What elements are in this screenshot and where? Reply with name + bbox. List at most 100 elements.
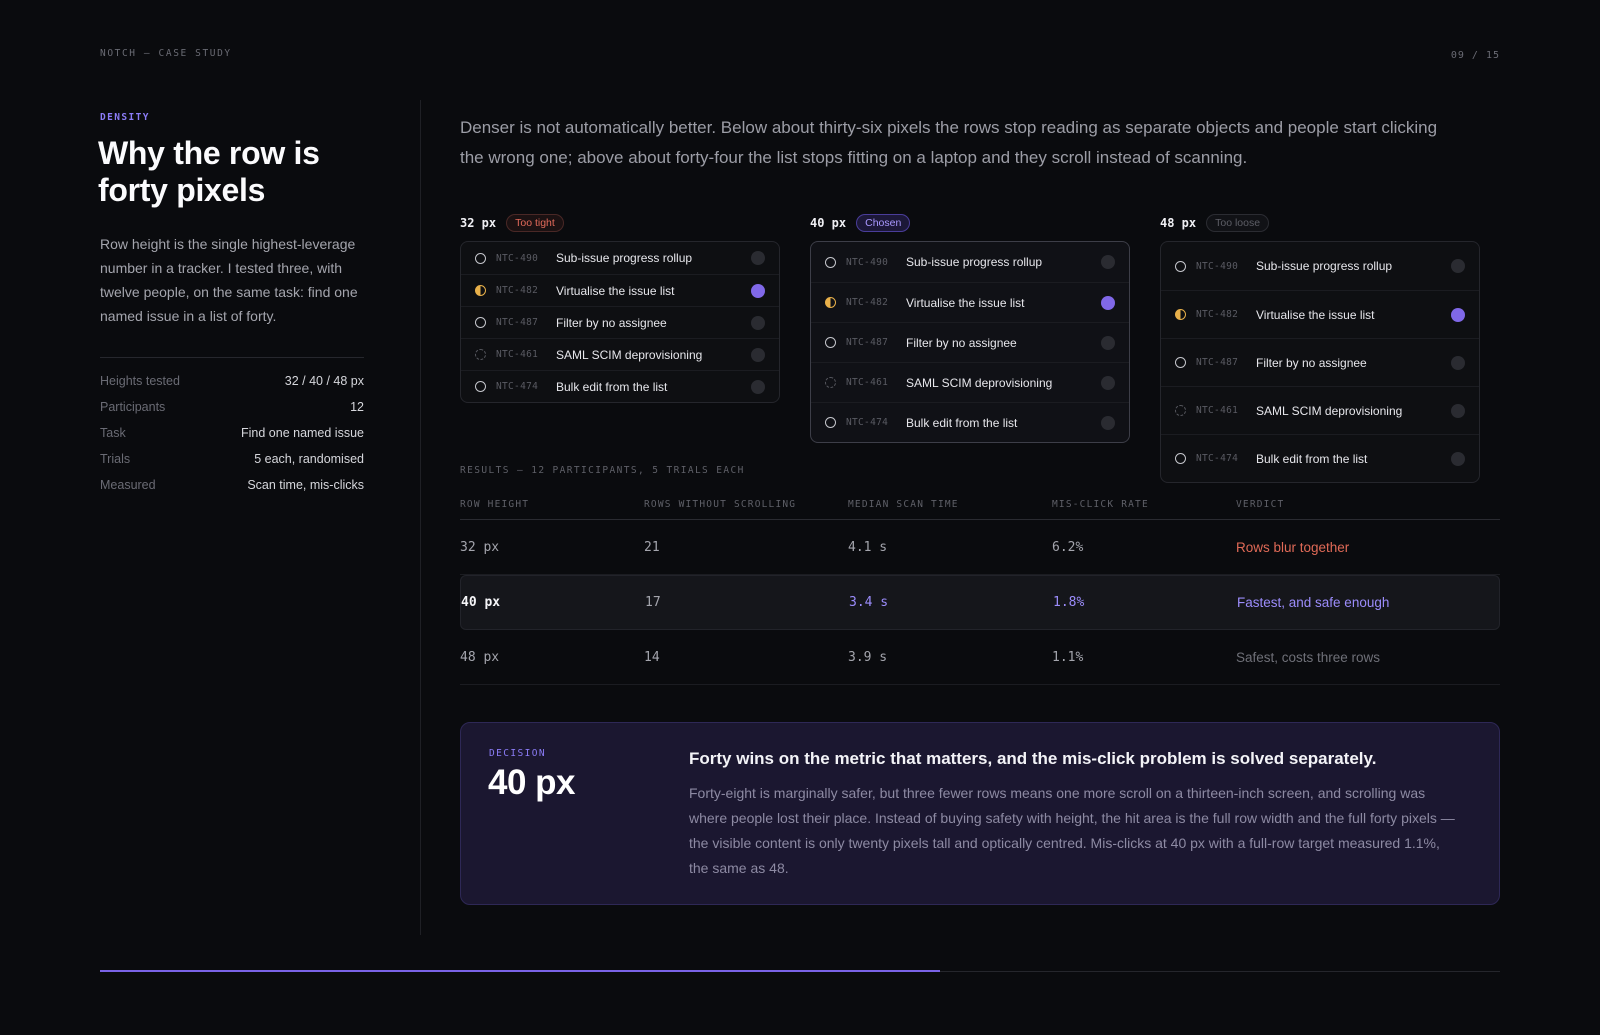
todo-icon <box>825 256 836 268</box>
cell-height: 32 px <box>460 539 500 555</box>
issue-row[interactable]: NTC-474 Bulk edit from the list <box>461 370 779 402</box>
cell-height: 48 px <box>460 649 500 665</box>
cell-rows: 21 <box>644 539 660 555</box>
assignee-avatar-selected[interactable] <box>1101 295 1115 310</box>
issue-row[interactable]: NTC-461 SAML SCIM deprovisioning <box>811 362 1129 402</box>
issue-row[interactable]: NTC-482 Virtualise the issue list <box>811 282 1129 322</box>
decision-value: 40 px <box>488 763 576 802</box>
issue-title: Virtualise the issue list <box>906 295 1025 310</box>
issue-list-preview: NTC-490 Sub-issue progress rollup NTC-482 V… <box>810 241 1130 443</box>
lead-paragraph: Row height is the single highest-leverag… <box>100 236 358 324</box>
issue-row[interactable]: NTC-474 Bulk edit from the list <box>1161 434 1479 482</box>
issue-row[interactable]: NTC-461 SAML SCIM deprovisioning <box>461 338 779 370</box>
variant-size: 48 px <box>1160 216 1197 230</box>
meta-value: 12 <box>350 400 364 414</box>
issue-id: NTC-461 <box>846 377 889 388</box>
issue-row[interactable]: NTC-482 Virtualise the issue list <box>1161 290 1479 338</box>
page-counter: 09 / 15 <box>1450 50 1500 61</box>
issue-row[interactable]: NTC-490 Sub-issue progress rollup <box>461 242 779 274</box>
variant-40px: 40 px Chosen NTC-490 Sub-issue progress r… <box>810 213 1130 443</box>
decision-kicker: DECISION <box>489 748 546 759</box>
progress-fill <box>100 970 940 972</box>
meta-key: Task <box>100 426 126 440</box>
section-kicker: DENSITY <box>100 112 150 123</box>
meta-row-participants: Participants 12 <box>100 394 364 420</box>
cell-misclick: 1.8% <box>1053 595 1085 610</box>
issue-title: Sub-issue progress rollup <box>1256 259 1393 273</box>
issue-id: NTC-474 <box>1196 453 1239 464</box>
meta-key: Participants <box>100 400 166 414</box>
case-study-eyebrow: NOTCH — CASE STUDY <box>100 48 232 59</box>
issue-row[interactable]: NTC-490 Sub-issue progress rollup <box>811 242 1129 282</box>
todo-icon <box>475 317 486 328</box>
issue-id: NTC-487 <box>496 317 539 328</box>
variant-header: 48 px Too loose <box>1160 213 1480 233</box>
column-header: MIS-CLICK RATE <box>1052 499 1149 510</box>
issue-row[interactable]: NTC-474 Bulk edit from the list <box>811 402 1129 442</box>
assignee-avatar[interactable] <box>1101 255 1115 269</box>
results-label: RESULTS — 12 PARTICIPANTS, 5 TRIALS EACH <box>460 465 745 476</box>
issue-title: Filter by no assignee <box>906 335 1017 350</box>
backlog-icon <box>475 349 486 360</box>
assignee-avatar[interactable] <box>751 379 765 394</box>
meta-row-heights: Heights tested 32 / 40 / 48 px <box>100 368 364 394</box>
in-progress-icon <box>1175 309 1186 320</box>
issue-title: Filter by no assignee <box>1256 355 1367 370</box>
issue-id: NTC-490 <box>1196 260 1239 272</box>
assignee-avatar-selected[interactable] <box>1451 307 1465 322</box>
issue-list-preview: NTC-490 Sub-issue progress rollup NTC-482 V… <box>460 241 780 403</box>
cell-height: 40 px <box>461 595 501 610</box>
assignee-avatar-selected[interactable] <box>751 283 765 298</box>
decision-body: Forty-eight is marginally safer, but thr… <box>689 785 1455 876</box>
assignee-avatar[interactable] <box>751 347 765 362</box>
meta-row-task: Task Find one named issue <box>100 420 364 446</box>
assignee-avatar[interactable] <box>1451 403 1465 418</box>
backlog-icon <box>1175 405 1186 416</box>
assignee-avatar[interactable] <box>751 251 765 265</box>
variant-header: 40 px Chosen <box>810 213 1130 233</box>
issue-row[interactable]: NTC-487 Filter by no assignee <box>811 322 1129 362</box>
issue-title: Virtualise the issue list <box>556 283 675 298</box>
study-meta-list: Heights tested 32 / 40 / 48 px Participa… <box>100 368 364 498</box>
issue-id: NTC-490 <box>846 256 889 268</box>
issue-id: NTC-487 <box>1196 357 1239 368</box>
assignee-avatar[interactable] <box>751 315 765 330</box>
intro-paragraph: Denser is not automatically better. Belo… <box>460 118 1438 167</box>
assignee-avatar[interactable] <box>1451 355 1465 370</box>
variant-32px: 32 px Too tight NTC-490 Sub-issue progres… <box>460 213 780 403</box>
chosen-badge: Chosen <box>856 214 911 232</box>
variant-48px: 48 px Too loose NTC-490 Sub-issue progres… <box>1160 213 1480 483</box>
issue-id: NTC-482 <box>1196 309 1239 320</box>
issue-title: Sub-issue progress rollup <box>556 251 693 265</box>
cell-misclick: 1.1% <box>1052 649 1084 665</box>
meta-value: 5 each, randomised <box>254 452 364 466</box>
issue-row[interactable]: NTC-487 Filter by no assignee <box>461 306 779 338</box>
variant-size: 32 px <box>460 216 497 230</box>
todo-icon <box>1175 260 1186 272</box>
issue-id: NTC-474 <box>496 381 539 392</box>
assignee-avatar[interactable] <box>1451 259 1465 273</box>
assignee-avatar[interactable] <box>1451 451 1465 466</box>
cell-scan-time: 3.9 s <box>848 649 888 665</box>
too-tight-badge: Too tight <box>506 214 564 232</box>
issue-row[interactable]: NTC-487 Filter by no assignee <box>1161 338 1479 386</box>
assignee-avatar[interactable] <box>1101 335 1115 350</box>
cell-verdict: Fastest, and safe enough <box>1237 595 1390 610</box>
assignee-avatar[interactable] <box>1101 375 1115 390</box>
issue-title: Sub-issue progress rollup <box>906 255 1043 269</box>
column-header: ROWS WITHOUT SCROLLING <box>644 499 797 510</box>
column-header: ROW HEIGHT <box>460 499 530 510</box>
meta-value: Find one named issue <box>241 426 364 440</box>
issue-row[interactable]: NTC-482 Virtualise the issue list <box>461 274 779 306</box>
issue-row[interactable]: NTC-490 Sub-issue progress rollup <box>1161 242 1479 290</box>
decision-headline: Forty wins on the metric that matters, a… <box>689 749 1377 768</box>
issue-id: NTC-487 <box>846 337 889 348</box>
todo-icon <box>475 381 486 392</box>
variant-header: 32 px Too tight <box>460 213 780 233</box>
issue-row[interactable]: NTC-461 SAML SCIM deprovisioning <box>1161 386 1479 434</box>
assignee-avatar[interactable] <box>1101 415 1115 430</box>
meta-value: Scan time, mis-clicks <box>247 478 364 492</box>
issue-title: Filter by no assignee <box>556 315 667 330</box>
todo-icon <box>1175 453 1186 464</box>
cell-scan-time: 3.4 s <box>849 595 889 610</box>
